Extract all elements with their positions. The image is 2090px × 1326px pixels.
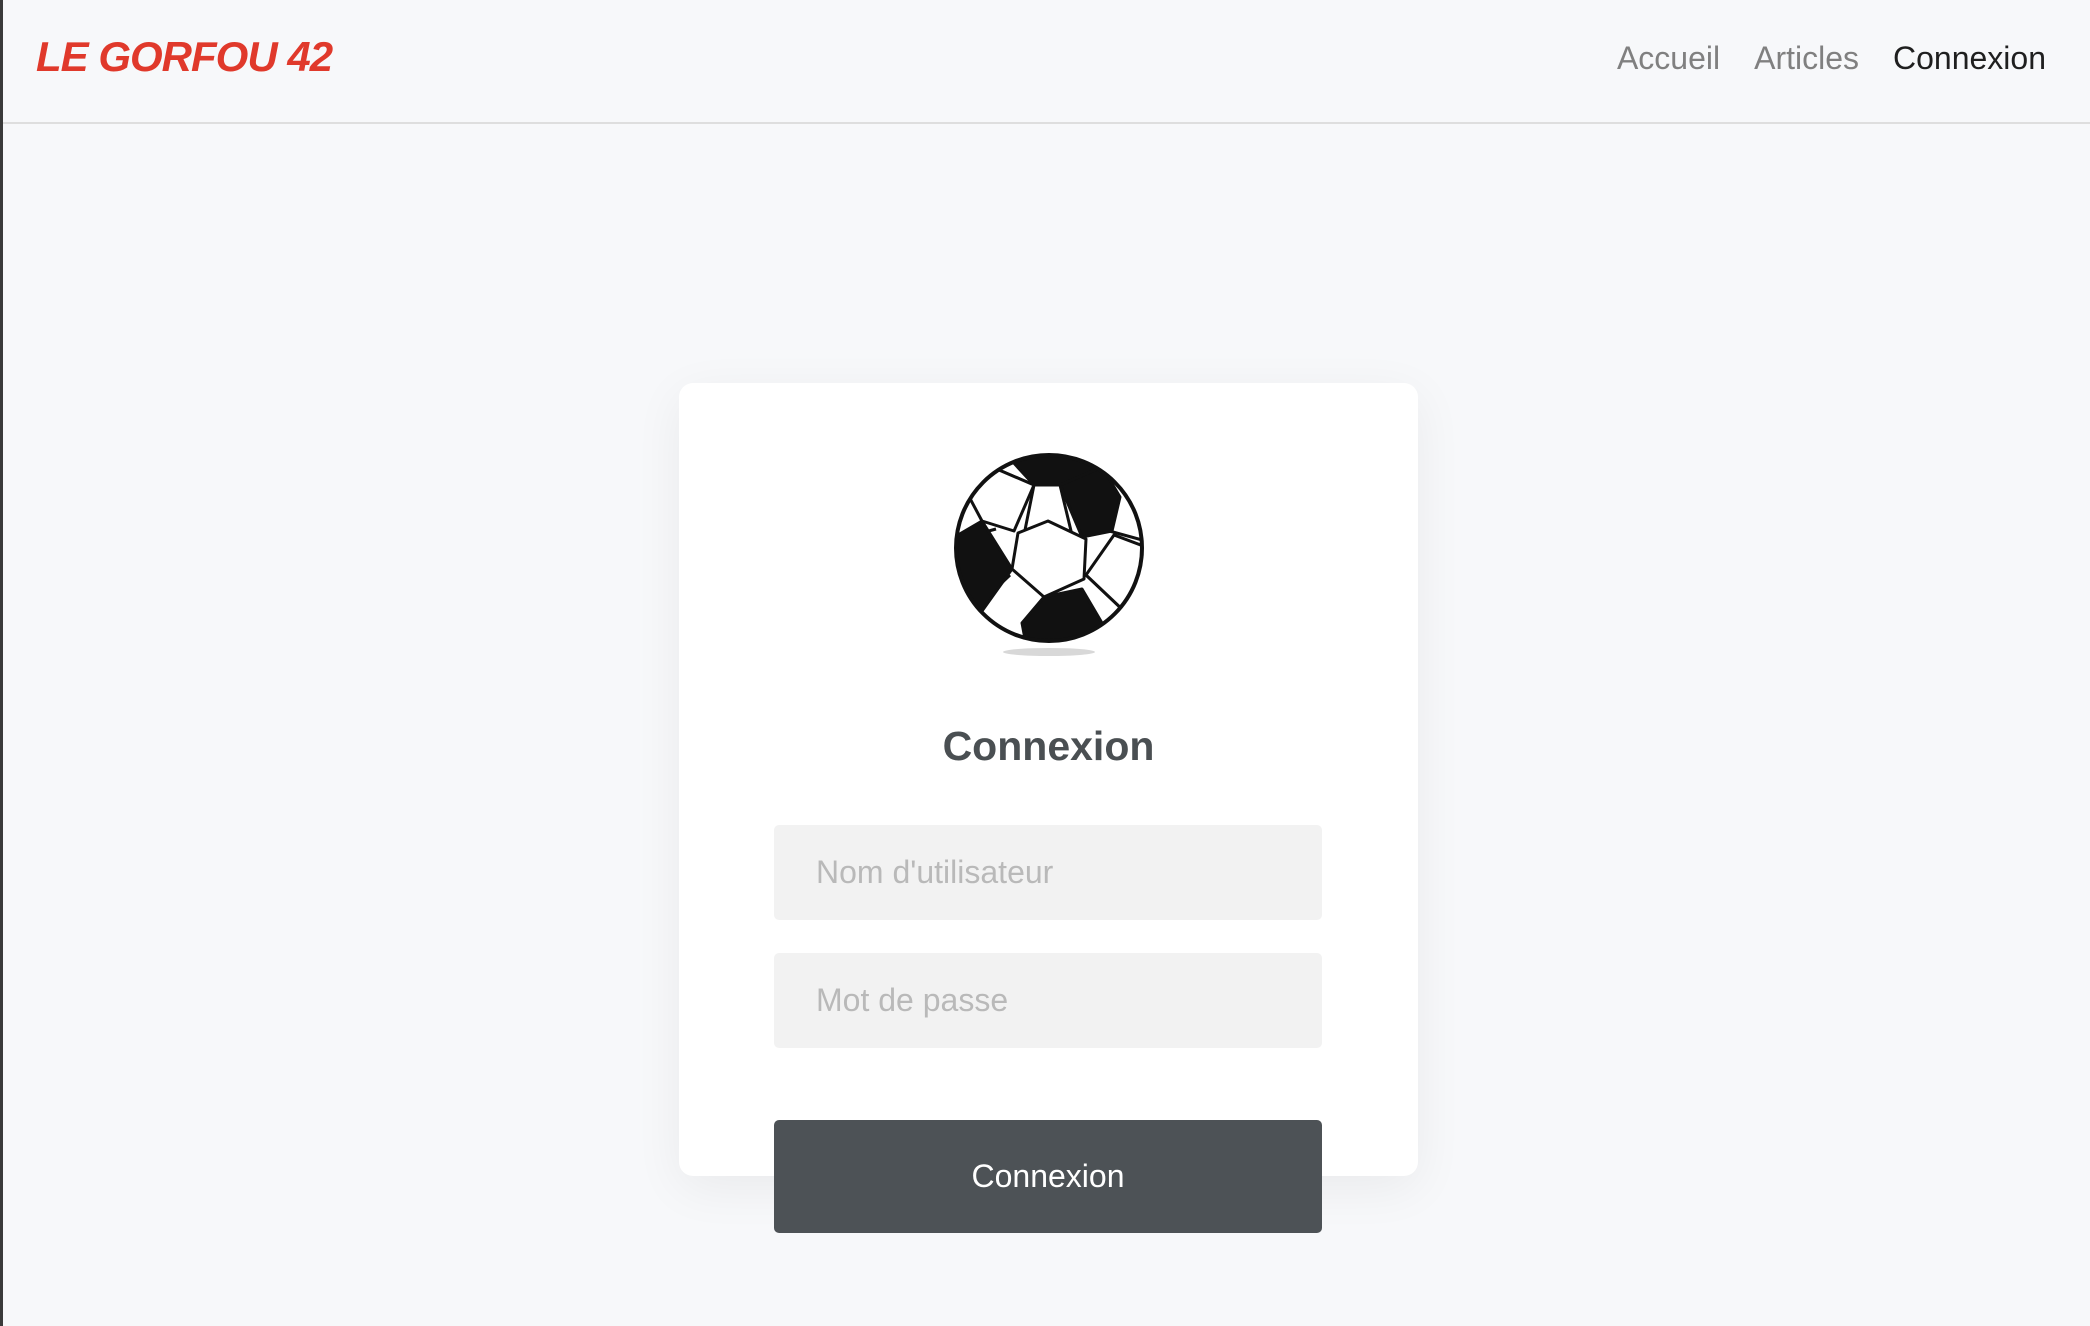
nav-links: Accueil Articles Connexion (1617, 40, 2046, 77)
navbar: LE GORFOU 42 Accueil Articles Connexion (3, 0, 2090, 124)
username-input[interactable] (774, 825, 1322, 920)
password-input[interactable] (774, 953, 1322, 1048)
window-left-edge (0, 0, 3, 1326)
soccer-ball-icon (952, 451, 1146, 657)
login-title: Connexion (942, 723, 1155, 769)
nav-link-articles[interactable]: Articles (1754, 40, 1859, 77)
login-submit-button[interactable]: Connexion (774, 1120, 1322, 1233)
nav-link-accueil[interactable]: Accueil (1617, 40, 1720, 77)
login-card: Connexion (679, 383, 1418, 1176)
nav-link-connexion[interactable]: Connexion (1893, 40, 2046, 77)
brand-logo[interactable]: LE GORFOU 42 (36, 33, 333, 81)
